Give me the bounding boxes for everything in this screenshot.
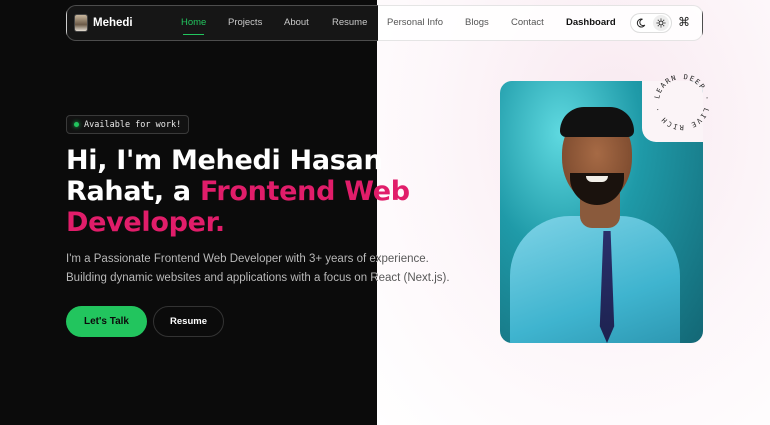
moon-icon[interactable] <box>633 15 649 31</box>
lets-talk-button[interactable]: Let's Talk <box>66 306 147 337</box>
description-line-1: I'm a Passionate Frontend Web Developer … <box>66 250 486 269</box>
status-dot <box>74 122 79 127</box>
headline-line-2-white: Rahat, a <box>66 176 200 207</box>
description-line-2: Building dynamic websites and applicatio… <box>66 269 486 288</box>
nav-dashboard[interactable]: Dashboard <box>566 17 616 28</box>
photo-hair <box>560 107 634 137</box>
circular-text: LEARN DEEP · LIVE RICH · <box>653 73 709 131</box>
theme-toggle <box>630 13 672 33</box>
circular-text-badge: LEARN DEEP · LIVE RICH · <box>651 71 713 133</box>
hero-description: I'm a Passionate Frontend Web Developer … <box>66 250 486 288</box>
nav-about[interactable]: About <box>284 17 309 28</box>
headline-line-2-pink: Frontend Web <box>199 176 410 207</box>
photo-shirt <box>510 216 680 343</box>
nav-contact[interactable]: Contact <box>511 17 544 28</box>
headline-line-2: Rahat, a Frontend Web <box>66 176 426 207</box>
nav-personal-info[interactable]: Personal Info <box>387 17 443 28</box>
svg-text:LEARN DEEP · LIVE RICH ·: LEARN DEEP · LIVE RICH · <box>653 73 711 131</box>
nav-home[interactable]: Home <box>181 17 206 35</box>
command-icon[interactable]: ⌘ <box>678 15 690 29</box>
nav-links: Home Projects About Resume Personal Info… <box>67 6 702 40</box>
nav-blogs[interactable]: Blogs <box>465 17 489 28</box>
headline-line-1: Hi, I'm Mehedi Hasan <box>66 145 383 176</box>
sun-icon[interactable] <box>653 15 669 31</box>
nav-resume[interactable]: Resume <box>332 17 367 28</box>
photo-smile <box>586 176 608 182</box>
availability-text: Available for work! <box>84 119 182 130</box>
availability-badge: Available for work! <box>66 115 190 134</box>
resume-button[interactable]: Resume <box>153 306 224 337</box>
nav-projects[interactable]: Projects <box>228 17 262 28</box>
navbar: Mehedi Home Projects About Resume Person… <box>66 5 703 41</box>
hero-headline: Hi, I'm Mehedi Hasan Rahat, a Frontend W… <box>66 145 426 238</box>
headline-line-3: Developer. <box>66 207 225 238</box>
